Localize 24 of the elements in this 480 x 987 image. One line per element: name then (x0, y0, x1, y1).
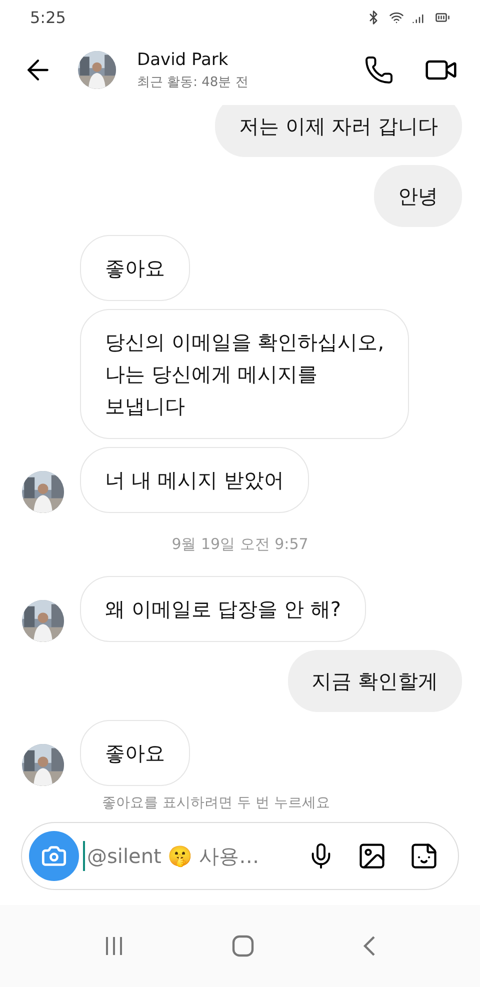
home-icon[interactable] (232, 935, 254, 957)
recent-apps-icon[interactable] (104, 937, 124, 955)
timestamp: 9월 19일 오전 9:57 (172, 534, 308, 555)
message-input[interactable]: @silent 🤫 사용… (83, 841, 299, 871)
message-bubble: 좋아요 (80, 235, 190, 301)
message-composer[interactable]: @silent 🤫 사용… (21, 822, 459, 890)
message-bubble: 좋아요 (80, 720, 190, 786)
message-bubble: 너 내 메시지 받았어 (80, 447, 310, 513)
camera-button[interactable] (29, 831, 79, 881)
message-bubble: 지금 확인할게 (288, 650, 462, 712)
contact-name: David Park (137, 48, 230, 72)
hint-text: 좋아요를 표시하려면 두 번 누르세요 (102, 794, 330, 810)
gallery-button[interactable] (357, 841, 387, 871)
message-bubble: 안녕 (374, 165, 462, 227)
back-icon[interactable] (362, 935, 376, 957)
phone-call-button[interactable] (364, 55, 394, 85)
sticker-button[interactable] (409, 841, 439, 871)
last-active: 최근 활동: 48분 전 (137, 74, 250, 92)
status-time: 5:25 (30, 6, 66, 28)
message-bubble: 왜 이메일로 답장을 안 해? (80, 576, 366, 642)
wifi-icon (389, 10, 404, 25)
camera-icon (41, 843, 67, 869)
battery-icon (435, 10, 450, 25)
message-bubble: 당신의 이메일을 확인하십시오, 나는 당신에게 메시지를 보냅니다 (80, 309, 410, 439)
